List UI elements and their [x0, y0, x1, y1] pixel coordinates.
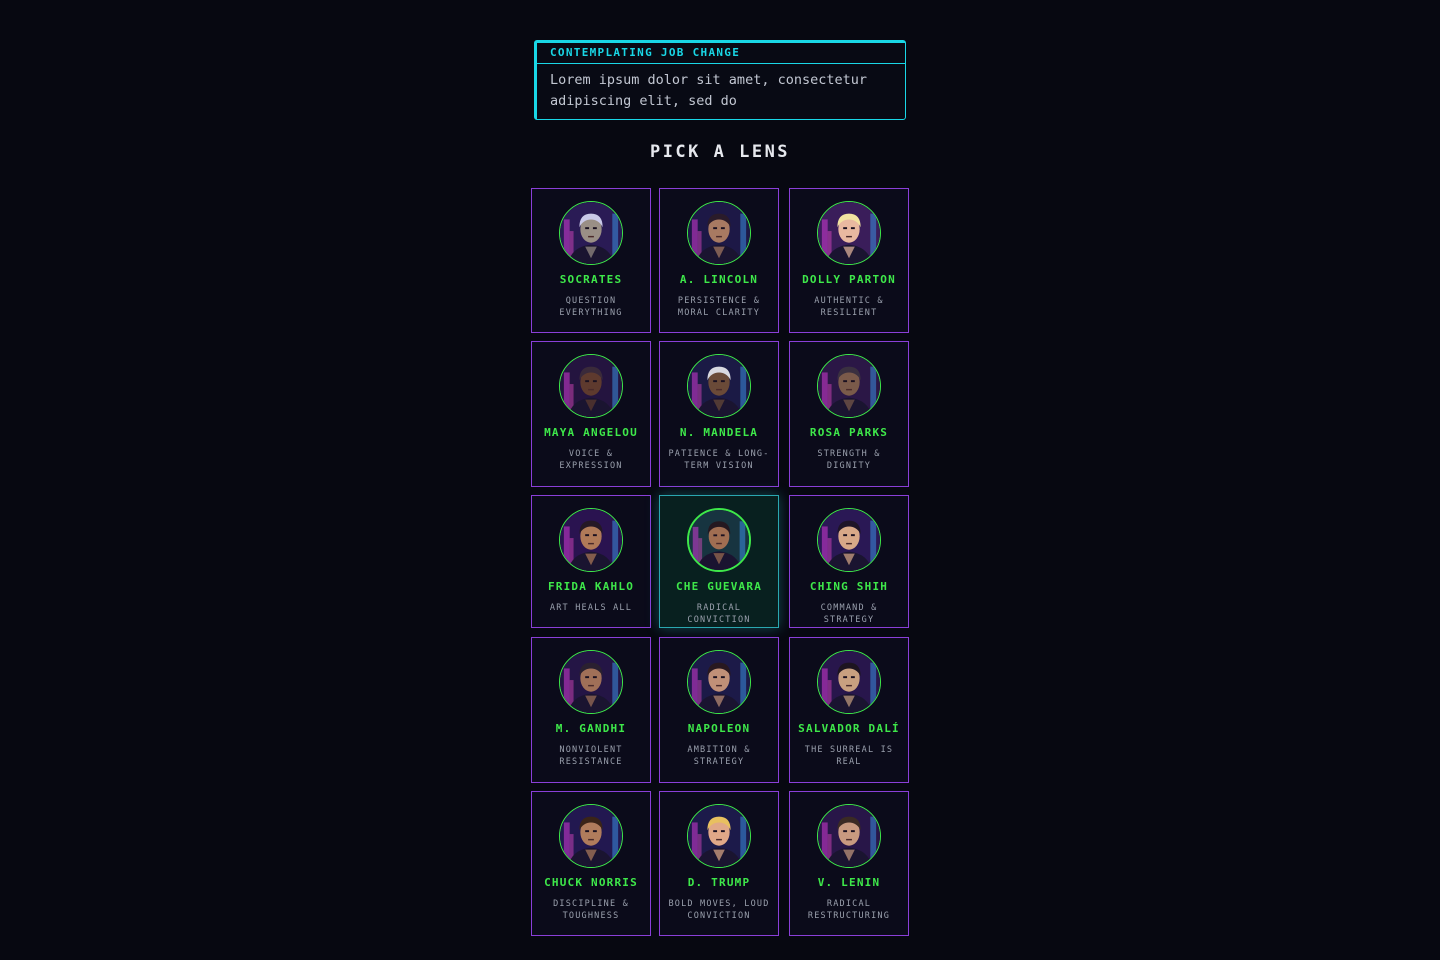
lens-name: ROSA PARKS [809, 426, 889, 439]
lens-card-maya-angelou[interactable]: MAYA ANGELOU VOICE & EXPRESSION [531, 341, 651, 487]
lens-tagline: QUESTION EVERYTHING [559, 296, 623, 318]
lens-tagline: RADICAL RESTRUCTURING [807, 899, 891, 921]
lens-name: SALVADOR DALÍ [798, 722, 900, 735]
lens-tagline: AMBITION & STRATEGY [687, 745, 751, 767]
lens-card-socrates[interactable]: SOCRATES QUESTION EVERYTHING [531, 188, 651, 333]
lens-card-frida-kahlo[interactable]: FRIDA KAHLO ART HEALS ALL [531, 495, 651, 628]
lens-name: CHUCK NORRIS [544, 876, 638, 889]
lens-name: CHING SHIH [809, 580, 889, 593]
napoleon-avatar [687, 650, 751, 714]
lens-name: A. LINCOLN [679, 273, 759, 286]
chuck-norris-avatar [559, 804, 623, 868]
lens-tagline: RADICAL CONVICTION [687, 603, 751, 625]
lens-name: SOCRATES [559, 273, 623, 286]
lens-tagline: PATIENCE & LONG-TERM VISION [668, 449, 770, 471]
lens-card-napoleon[interactable]: NAPOLEON AMBITION & STRATEGY [659, 637, 779, 783]
lens-tagline: STRENGTH & DIGNITY [817, 449, 881, 471]
lens-tagline: NONVIOLENT RESISTANCE [559, 745, 623, 767]
lens-card-trump[interactable]: D. TRUMP BOLD MOVES, LOUD CONVICTION [659, 791, 779, 936]
lens-tagline: VOICE & EXPRESSION [559, 449, 623, 471]
trump-avatar [687, 804, 751, 868]
dolly-parton-avatar [817, 201, 881, 265]
ching-shih-avatar [817, 508, 881, 572]
lens-name: FRIDA KAHLO [547, 580, 635, 593]
frida-kahlo-avatar [559, 508, 623, 572]
lens-card-lincoln[interactable]: A. LINCOLN PERSISTENCE & MORAL CLARITY [659, 188, 779, 333]
socrates-avatar [559, 201, 623, 265]
lens-card-dolly-parton[interactable]: DOLLY PARTON AUTHENTIC & RESILIENT [789, 188, 909, 333]
lens-card-gandhi[interactable]: M. GANDHI NONVIOLENT RESISTANCE [531, 637, 651, 783]
lincoln-avatar [687, 201, 751, 265]
lens-card-dali[interactable]: SALVADOR DALÍ THE SURREAL IS REAL [789, 637, 909, 783]
lens-name: DOLLY PARTON [802, 273, 896, 286]
lens-name: V. LENIN [817, 876, 881, 889]
lens-tagline: PERSISTENCE & MORAL CLARITY [677, 296, 761, 318]
lens-tagline: BOLD MOVES, LOUD CONVICTION [668, 899, 770, 921]
lenin-avatar [817, 804, 881, 868]
prompt-note-card[interactable]: CONTEMPLATING JOB CHANGE Lorem ipsum dol… [534, 40, 906, 120]
gandhi-avatar [559, 650, 623, 714]
note-body: Lorem ipsum dolor sit amet, consectetur … [550, 72, 867, 109]
lens-name: CHE GUEVARA [675, 580, 763, 593]
note-title: CONTEMPLATING JOB CHANGE [537, 43, 905, 64]
dali-avatar [817, 650, 881, 714]
lens-name: D. TRUMP [687, 876, 751, 889]
lens-card-lenin[interactable]: V. LENIN RADICAL RESTRUCTURING [789, 791, 909, 936]
lens-card-rosa-parks[interactable]: ROSA PARKS STRENGTH & DIGNITY [789, 341, 909, 487]
lens-name: N. MANDELA [679, 426, 759, 439]
lens-tagline: COMMAND & STRATEGY [820, 603, 878, 625]
section-title: PICK A LENS [649, 142, 791, 162]
mandela-avatar [687, 354, 751, 418]
lens-name: MAYA ANGELOU [544, 426, 638, 439]
lens-tagline: ART HEALS ALL [549, 603, 633, 613]
lens-tagline: THE SURREAL IS REAL [804, 745, 894, 767]
lens-tagline: AUTHENTIC & RESILIENT [814, 296, 884, 318]
lens-card-che-guevara[interactable]: CHE GUEVARA RADICAL CONVICTION [659, 495, 779, 628]
lens-card-ching-shih[interactable]: CHING SHIH COMMAND & STRATEGY [789, 495, 909, 628]
che-guevara-avatar [687, 508, 751, 572]
rosa-parks-avatar [817, 354, 881, 418]
lens-card-mandela[interactable]: N. MANDELA PATIENCE & LONG-TERM VISION [659, 341, 779, 487]
lens-card-chuck-norris[interactable]: CHUCK NORRIS DISCIPLINE & TOUGHNESS [531, 791, 651, 936]
lens-name: M. GANDHI [555, 722, 627, 735]
lens-tagline: DISCIPLINE & TOUGHNESS [553, 899, 629, 921]
lens-name: NAPOLEON [687, 722, 751, 735]
maya-angelou-avatar [559, 354, 623, 418]
